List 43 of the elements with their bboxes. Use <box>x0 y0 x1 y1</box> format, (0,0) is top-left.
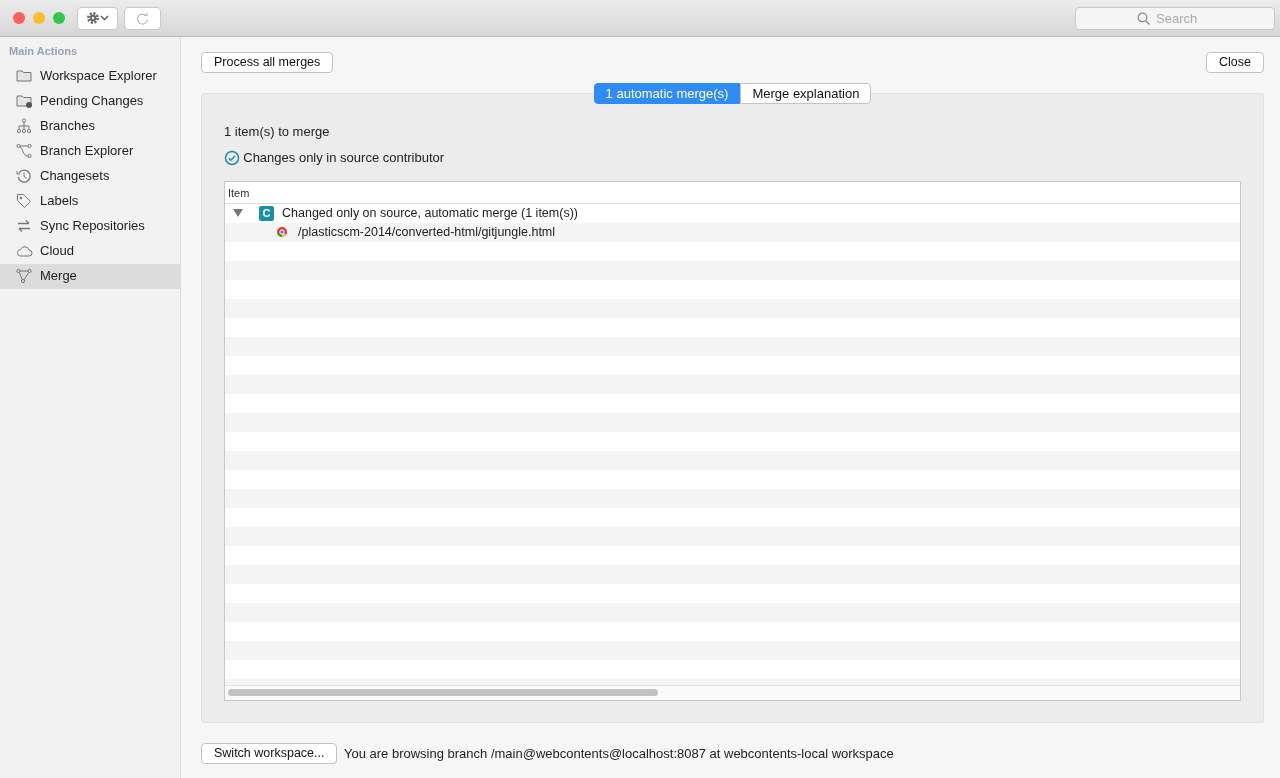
search-icon <box>1137 11 1150 25</box>
folder-icon <box>16 93 33 109</box>
sidebar-item[interactable]: Cloud <box>0 238 180 264</box>
sidebar-item[interactable]: Pending Changes <box>0 88 180 114</box>
change-badge: C <box>259 205 274 221</box>
window-control-icon[interactable] <box>33 12 45 24</box>
window-control-icon[interactable] <box>53 12 65 24</box>
caret-icon <box>100 15 109 21</box>
tab[interactable]: Merge explanation <box>740 83 872 104</box>
cloud-icon <box>16 243 33 259</box>
sidebar-item[interactable]: Branch Explorer <box>0 138 180 164</box>
chrome-file-icon <box>276 226 288 238</box>
tag-icon <box>16 193 33 209</box>
scrollbar-thumb[interactable] <box>228 688 658 696</box>
sidebar-item[interactable]: Changesets <box>0 163 180 189</box>
arrows-icon <box>16 218 33 234</box>
expanded-triangle-icon[interactable] <box>233 208 243 218</box>
sidebar-item[interactable]: Merge <box>0 263 180 289</box>
table-cell-text: Changed only on source, automatic merge (1 item(s)) <box>282 204 578 222</box>
sidebar-item[interactable]: Branches <box>0 113 180 139</box>
folder-icon <box>16 68 33 84</box>
sidebar-item[interactable]: Workspace Explorer <box>0 63 180 89</box>
sidebar-item[interactable]: Sync Repositories <box>0 213 180 239</box>
branches-icon <box>16 118 33 134</box>
sidebar-item[interactable]: Labels <box>0 188 180 214</box>
window-control-icon[interactable] <box>13 12 25 24</box>
branch-diagram-icon <box>16 143 33 159</box>
status-text: You are browsing branch /main@webcontents@localhost:8087 at webcontents-local workspace <box>343 744 894 763</box>
switch-workspace-button[interactable]: Switch workspace... <box>201 743 338 764</box>
table-cell-text: /plasticscm-2014/converted-html/gitjungle.html <box>298 223 556 241</box>
clock-icon <box>16 168 33 184</box>
process-all-merges-button[interactable]: Process all merges <box>201 52 334 73</box>
summary-text: 1 item(s) to merge <box>224 123 331 141</box>
gear-icon <box>86 11 100 25</box>
search-field[interactable]: Search <box>1075 6 1275 30</box>
sidebar-heading: Main Actions <box>8 44 79 59</box>
refresh-icon <box>136 11 149 25</box>
column-header: Item <box>228 186 250 199</box>
settings-dropdown-button[interactable] <box>77 6 118 30</box>
filter-label: Changes only in source contributor <box>243 149 445 167</box>
refresh-button[interactable] <box>124 6 161 30</box>
close-button[interactable]: Close <box>1206 52 1264 73</box>
merge-icon <box>16 268 33 284</box>
